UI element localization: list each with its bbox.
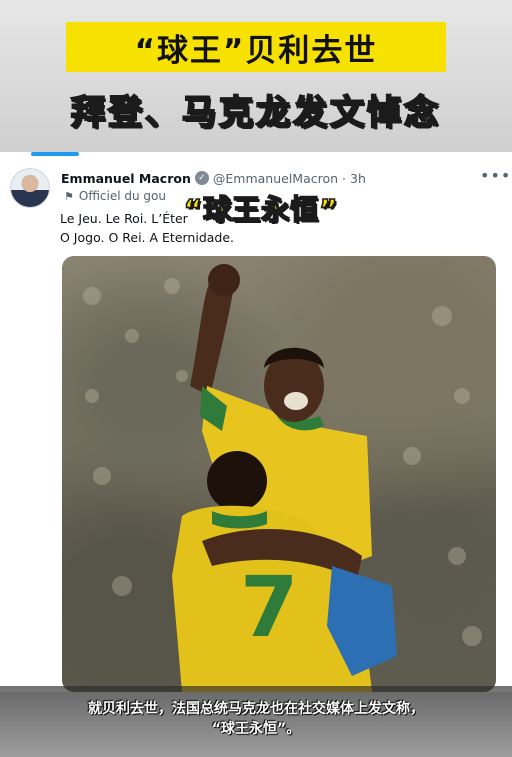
subtitle-line-2: “球王永恒”。 [211, 721, 301, 737]
subtitle-line-1: 就贝利去世，法国总统马克龙也在社交媒体上发文称， [88, 701, 424, 717]
jersey-number: 7 [240, 558, 298, 656]
overlay-caption: “球王永恒” [183, 192, 339, 227]
display-name[interactable]: Emmanuel Macron [61, 171, 191, 186]
more-options-icon[interactable]: ••• [480, 166, 511, 185]
headline-subtitle: 拜登、马克龙发文悼念 [70, 92, 441, 134]
football-celebration-image: 7 [83, 264, 482, 692]
headline-title: “球王”贝利去世 [66, 22, 446, 72]
separator-dot: · [342, 170, 347, 186]
tweet-text-line-2: O Jogo. O Rei. A Eternidade. [60, 230, 235, 245]
account-label-text: Officiel du gou [78, 189, 166, 203]
tweet-header: Emmanuel Macron ✓ @EmmanuelMacron · 3h [61, 168, 366, 188]
user-handle[interactable]: @EmmanuelMacron [213, 171, 338, 186]
tweet-photo[interactable]: 7 [62, 256, 496, 692]
avatar[interactable] [10, 168, 50, 208]
flag-icon: ⚑ [64, 189, 74, 203]
tab-indicator [31, 152, 79, 156]
news-banner: “球王”贝利去世 拜登、马克龙发文悼念 [0, 0, 512, 152]
timestamp[interactable]: 3h [350, 171, 366, 186]
verified-badge-icon: ✓ [194, 171, 209, 185]
tweet-card[interactable]: Emmanuel Macron ✓ @EmmanuelMacron · 3h •… [0, 152, 512, 692]
account-label: ⚑ Officiel du gou [64, 189, 166, 203]
